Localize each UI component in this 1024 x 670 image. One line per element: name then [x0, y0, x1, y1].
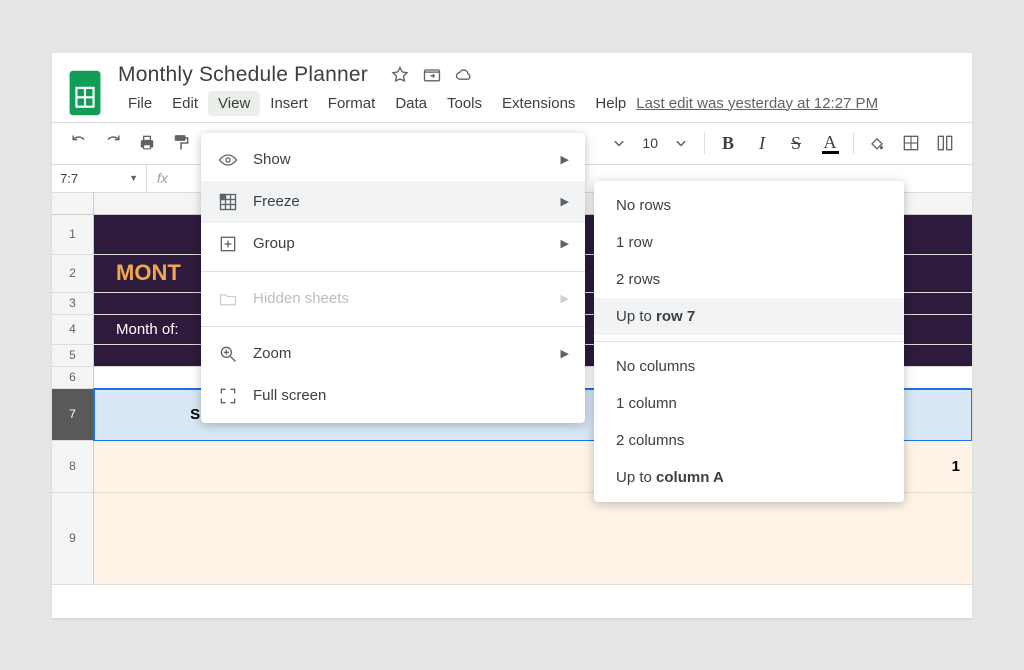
- row-header[interactable]: 6: [52, 367, 94, 389]
- fx-label: fx: [146, 165, 178, 192]
- menu-label: No rows: [616, 197, 671, 214]
- freeze-menu-item[interactable]: 2 rows: [594, 261, 904, 298]
- menu-label: Up to row 7: [616, 308, 695, 325]
- menu-label: 2 columns: [616, 432, 684, 449]
- menu-help[interactable]: Help: [585, 91, 636, 116]
- menu-label: Show: [253, 151, 291, 168]
- menu-insert[interactable]: Insert: [260, 91, 318, 116]
- undo-icon[interactable]: [64, 128, 94, 158]
- font-caret-icon[interactable]: [604, 128, 634, 158]
- cell[interactable]: [94, 493, 340, 585]
- menu-label: 2 rows: [616, 271, 660, 288]
- cell[interactable]: [94, 441, 340, 493]
- cell[interactable]: [340, 441, 586, 493]
- name-box[interactable]: 7:7 ▼: [52, 171, 146, 186]
- menu-divider: [201, 326, 585, 327]
- eye-icon: [217, 149, 239, 171]
- paint-format-icon[interactable]: [166, 128, 196, 158]
- view-menu-item[interactable]: Full screen: [201, 375, 585, 417]
- freeze-submenu: No rows 1 row 2 rows Up to row 7 No columns 1…: [594, 181, 904, 502]
- edit-history-link[interactable]: Last edit was yesterday at 12:27 PM: [636, 95, 878, 112]
- text-color-button[interactable]: A: [815, 128, 845, 158]
- menu-label: Hidden sheets: [253, 290, 349, 307]
- menu-edit[interactable]: Edit: [162, 91, 208, 116]
- cell[interactable]: [587, 493, 972, 585]
- cloud-status-icon[interactable]: [454, 65, 474, 85]
- menu-divider: [594, 341, 904, 342]
- fullscreen-icon: [217, 385, 239, 407]
- row-header[interactable]: 9: [52, 493, 94, 585]
- row-header[interactable]: 3: [52, 293, 94, 315]
- document-title[interactable]: Monthly Schedule Planner: [118, 63, 368, 87]
- redo-icon[interactable]: [98, 128, 128, 158]
- freeze-menu-item[interactable]: Up to row 7: [594, 298, 904, 335]
- freeze-menu-item[interactable]: No columns: [594, 348, 904, 385]
- merge-icon[interactable]: [930, 128, 960, 158]
- sheets-logo[interactable]: [66, 63, 104, 123]
- view-menu-item[interactable]: Zoom ▶: [201, 333, 585, 375]
- plus-box-icon: [217, 233, 239, 255]
- menu-label: Full screen: [253, 387, 326, 404]
- menu-tools[interactable]: Tools: [437, 91, 492, 116]
- move-to-icon[interactable]: [422, 65, 442, 85]
- menu-view[interactable]: View: [208, 91, 260, 116]
- app-window: Monthly Schedule Planner FileEditViewIns…: [52, 53, 972, 618]
- zoom-in-icon: [217, 343, 239, 365]
- font-size-value[interactable]: 10: [636, 135, 664, 151]
- chevron-right-icon: ▶: [561, 237, 569, 250]
- view-menu-item: Hidden sheets ▶: [201, 278, 585, 320]
- chevron-right-icon: ▶: [561, 153, 569, 166]
- view-menu: Show ▶ Freeze ▶ Group ▶ Hidden sheets ▶ Zoom ▶ Ful…: [201, 133, 585, 423]
- name-box-value: 7:7: [60, 171, 78, 186]
- separator: [853, 132, 854, 154]
- italic-button[interactable]: I: [747, 128, 777, 158]
- borders-icon[interactable]: [896, 128, 926, 158]
- strike-button[interactable]: S: [781, 128, 811, 158]
- folder-icon: [217, 288, 239, 310]
- menu-file[interactable]: File: [118, 91, 162, 116]
- row-header[interactable]: 8: [52, 441, 94, 493]
- menu-label: 1 row: [616, 234, 653, 251]
- menu-label: Zoom: [253, 345, 291, 362]
- view-menu-item[interactable]: Show ▶: [201, 139, 585, 181]
- title-bar: Monthly Schedule Planner FileEditViewIns…: [52, 53, 972, 124]
- cell[interactable]: [340, 493, 586, 585]
- select-all-corner[interactable]: [52, 193, 94, 214]
- bold-button[interactable]: B: [713, 128, 743, 158]
- freeze-menu-item[interactable]: 1 row: [594, 224, 904, 261]
- menu-label: Up to column A: [616, 469, 724, 486]
- freeze-menu-item[interactable]: 2 columns: [594, 422, 904, 459]
- freeze-icon: [217, 191, 239, 213]
- chevron-right-icon: ▶: [561, 292, 569, 305]
- menu-label: 1 column: [616, 395, 677, 412]
- menu-label: Group: [253, 235, 295, 252]
- view-menu-item[interactable]: Freeze ▶: [201, 181, 585, 223]
- print-icon[interactable]: [132, 128, 162, 158]
- font-size-caret-icon[interactable]: [666, 128, 696, 158]
- separator: [704, 132, 705, 154]
- view-menu-item[interactable]: Group ▶: [201, 223, 585, 265]
- freeze-menu-item[interactable]: 1 column: [594, 385, 904, 422]
- row-header[interactable]: 2: [52, 255, 94, 293]
- menu-label: Freeze: [253, 193, 300, 210]
- fill-color-icon[interactable]: [862, 128, 892, 158]
- freeze-menu-item[interactable]: Up to column A: [594, 459, 904, 496]
- menu-divider: [201, 271, 585, 272]
- freeze-menu-item[interactable]: No rows: [594, 187, 904, 224]
- menu-bar: FileEditViewInsertFormatDataToolsExtensi…: [118, 87, 888, 124]
- chevron-right-icon: ▶: [561, 195, 569, 208]
- menu-label: No columns: [616, 358, 695, 375]
- caret-down-icon: ▼: [129, 173, 138, 183]
- row-header[interactable]: 1: [52, 215, 94, 255]
- row-header[interactable]: 4: [52, 315, 94, 345]
- star-icon[interactable]: [390, 65, 410, 85]
- chevron-right-icon: ▶: [561, 347, 569, 360]
- row-header[interactable]: 5: [52, 345, 94, 367]
- menu-data[interactable]: Data: [385, 91, 437, 116]
- menu-extensions[interactable]: Extensions: [492, 91, 585, 116]
- menu-format[interactable]: Format: [318, 91, 386, 116]
- row-header[interactable]: 7: [52, 389, 94, 441]
